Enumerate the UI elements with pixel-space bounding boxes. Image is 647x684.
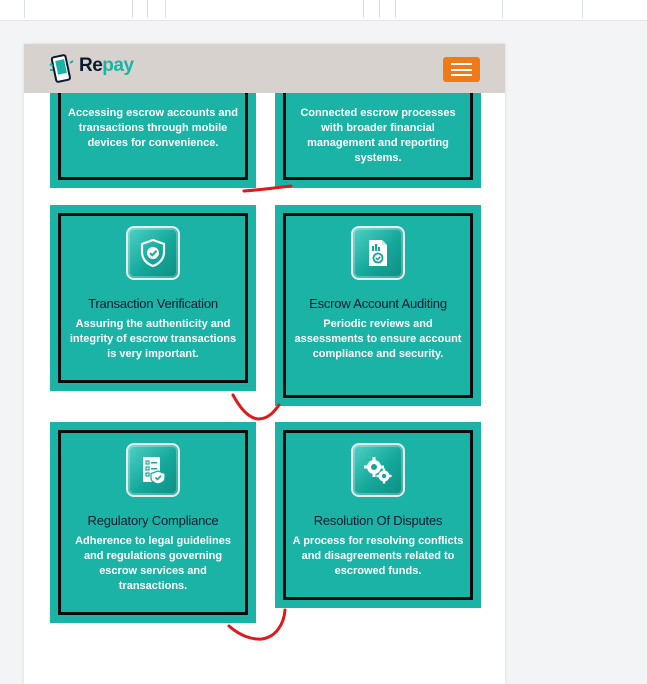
annotation-mark [231,393,281,421]
annotation-mark [242,184,293,193]
hamburger-menu-icon [451,68,472,71]
annotation-mark [227,608,287,641]
brand-name-part2: pay [102,55,134,76]
brand-name-part1: Re [79,55,103,76]
hamburger-menu-icon [451,63,472,65]
hamburger-menu-button[interactable] [443,57,480,82]
brand-logo[interactable]: Repay [48,54,148,84]
annotation-marks [227,184,293,641]
hamburger-menu-icon [451,74,472,76]
navbar: Repay [24,44,505,93]
brand-name: Repay [79,55,134,77]
phone-logo-icon [49,54,74,83]
